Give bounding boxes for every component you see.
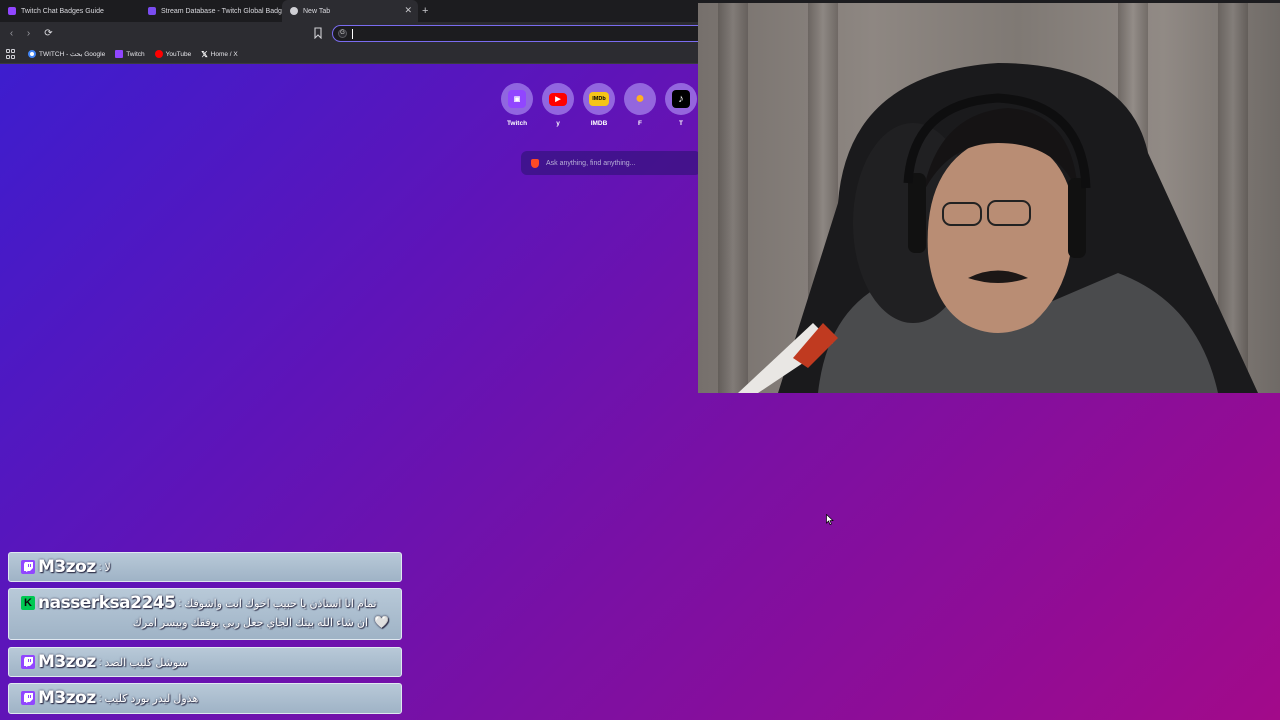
ask-search-box[interactable]: Ask anything, find anything... <box>521 151 701 175</box>
x-icon: 𝕏 <box>201 49 208 59</box>
tab-label: Stream Database - Twitch Global Badges <box>161 7 290 15</box>
shortcut-circle: ▣ <box>501 83 533 115</box>
brave-favicon <box>290 7 298 15</box>
chat-text: سوشل كليب الصد <box>104 656 188 669</box>
address-input[interactable] <box>355 28 695 37</box>
shortcut-circle: ▶ <box>542 83 574 115</box>
tab-label: Twitch Chat Badges Guide <box>21 7 104 15</box>
shortcut-circle: ♪ <box>665 83 697 115</box>
chat-text-line2: ان شاء الله بيتك الجاي جعل ربي يوفقك وبي… <box>132 616 369 629</box>
brave-lion-icon <box>531 158 539 168</box>
bookmark-label: TWITCH - بحث Google <box>39 51 106 58</box>
chat-message: K nasserksa2245 : تمام انا استاذن يا حبي… <box>8 588 402 640</box>
kick-badge-icon: K <box>21 596 35 610</box>
google-icon <box>28 50 36 58</box>
back-arrow-icon[interactable]: ‹ <box>3 28 20 39</box>
tiktok-icon: ♪ <box>672 90 690 108</box>
shortcut-label: F <box>638 120 642 127</box>
tab-stream-database[interactable]: Stream Database - Twitch Global Badges <box>140 0 289 22</box>
tab-new-tab[interactable]: New Tab ✕ <box>282 0 418 22</box>
youtube-icon <box>154 50 163 58</box>
chat-separator: : <box>98 561 102 573</box>
youtube-icon: ▶ <box>549 92 567 106</box>
shortcut-label: Twitch <box>506 120 528 127</box>
bookmark-icon[interactable] <box>313 27 323 39</box>
reload-icon[interactable]: ⟳ <box>40 28 57 39</box>
chat-separator: : <box>178 597 182 609</box>
shortcut-imdb[interactable]: IMDb IMDB <box>582 83 616 127</box>
address-bar[interactable]: G <box>332 25 712 42</box>
white-heart-icon: 🤍 <box>374 615 389 629</box>
shortcut-f[interactable]: ● F <box>623 83 657 127</box>
twitch-badge-icon <box>21 655 35 669</box>
shortcut-twitch[interactable]: ▣ Twitch <box>500 83 534 127</box>
text-caret <box>352 28 353 39</box>
bookmark-label: Twitch <box>126 50 145 58</box>
chat-username: M3zoz <box>38 557 96 577</box>
chat-username: M3zoz <box>38 652 96 672</box>
chat-message: M3zoz : سوشل كليب الصد <box>8 647 402 677</box>
bookmark-label: Home / X <box>210 50 238 58</box>
twitch-icon <box>115 50 124 58</box>
bookmark-twitch-google-search[interactable]: TWITCH - بحث Google <box>28 50 105 58</box>
shortcut-tiktok[interactable]: ♪ T <box>664 83 698 127</box>
bookmark-youtube[interactable]: YouTube <box>154 50 192 58</box>
webcam-overlay <box>698 3 1280 393</box>
twitch-favicon <box>8 7 16 15</box>
stream-database-favicon <box>148 7 156 15</box>
forward-arrow-icon[interactable]: › <box>20 28 37 39</box>
chat-message: M3zoz : هذول ليدر بورد كليب <box>8 683 402 714</box>
chat-text: هذول ليدر بورد كليب <box>104 692 199 705</box>
shortcut-label: T <box>679 120 683 127</box>
shortcut-circle: IMDb <box>583 83 615 115</box>
bookmark-home-x[interactable]: 𝕏 Home / X <box>201 50 238 59</box>
streamer-figure <box>738 63 1258 393</box>
shortcut-circle: ● <box>624 83 656 115</box>
bulb-icon: ● <box>635 90 645 107</box>
chat-separator: : <box>98 656 102 668</box>
tab-label: New Tab <box>303 7 331 15</box>
shortcut-label: IMDB <box>590 120 608 127</box>
shortcut-label: y <box>556 120 560 127</box>
bookmark-twitch[interactable]: Twitch <box>115 50 145 58</box>
tab-twitch-chat-badges[interactable]: Twitch Chat Badges Guide <box>0 0 140 22</box>
mouse-cursor-icon <box>826 514 834 525</box>
new-tab-plus-icon[interactable]: + <box>422 5 428 17</box>
twitch-icon: ▣ <box>508 90 526 108</box>
bookmark-label: YouTube <box>165 50 192 58</box>
chat-separator: : <box>98 692 102 704</box>
chat-username: M3zoz <box>38 688 96 708</box>
shortcut-youtube[interactable]: ▶ y <box>541 83 575 127</box>
apps-grid-icon[interactable] <box>6 49 16 59</box>
chat-username: nasserksa2245 <box>38 593 176 613</box>
imdb-icon: IMDb <box>589 92 609 106</box>
chat-text: لا <box>104 561 111 574</box>
close-tab-icon[interactable]: ✕ <box>404 5 412 16</box>
google-search-engine-icon: G <box>338 29 347 38</box>
ask-placeholder: Ask anything, find anything... <box>546 159 636 167</box>
chat-message: M3zoz : لا <box>8 552 402 582</box>
chat-text: تمام انا استاذن يا حبيب اخوك انت واشوفك <box>184 597 377 610</box>
twitch-badge-icon <box>21 560 35 574</box>
twitch-badge-icon <box>21 691 35 705</box>
